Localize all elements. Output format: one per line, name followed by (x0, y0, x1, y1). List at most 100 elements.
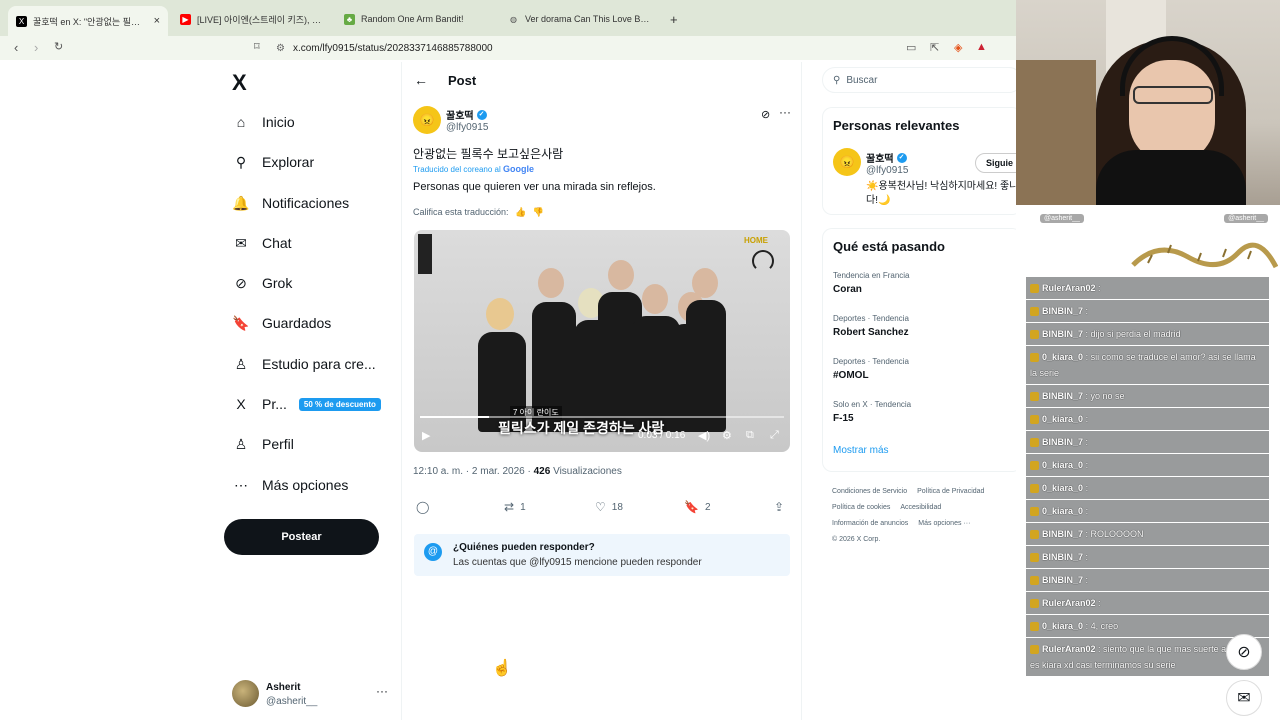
back-arrow-icon[interactable]: ← (414, 72, 428, 88)
author-avatar[interactable]: 😠 (413, 106, 441, 134)
reply-restriction-box: @ ¿Quiénes pueden responder? Las cuentas… (414, 534, 790, 576)
relevant-name-row[interactable]: 꿀호떡 ✓ (866, 150, 907, 165)
author-name-row[interactable]: 꿀호떡 ✓ (446, 107, 487, 122)
share-button[interactable]: ⇪ (774, 500, 790, 514)
more-icon[interactable]: ··· (376, 684, 388, 698)
translation-note[interactable]: Traducido del coreano al Google (413, 164, 534, 174)
browser-tab-2[interactable]: ▶ [LIVE] 아이엔(스트레이 키즈), "인천 (172, 6, 332, 32)
browser-tab-3[interactable]: ♣ Random One Arm Bandit! (336, 6, 496, 32)
webcam-overlay (1016, 0, 1280, 205)
nav-chat[interactable]: ✉ Chat (232, 232, 291, 254)
thumbs-up-icon[interactable]: 👍 (515, 207, 526, 217)
relevant-avatar[interactable]: 😠 (833, 148, 861, 176)
volume-icon[interactable]: ◀) (698, 429, 710, 442)
nav-premium[interactable]: X Pr... 50 % de descuento (232, 393, 381, 415)
new-tab-button[interactable]: + (662, 6, 686, 32)
trend-item[interactable]: Deportes · Tendencia #OMOL (833, 357, 909, 381)
post-date[interactable]: 2 mar. 2026 (472, 466, 525, 477)
nav-grok[interactable]: ⊘ Grok (232, 272, 292, 294)
more-icon[interactable]: ··· (779, 105, 791, 119)
mouse-cursor-icon: ☝ (492, 660, 512, 677)
brave-shield-icon[interactable]: ◈ (954, 41, 962, 54)
reply-button[interactable]: ◯ (416, 500, 435, 514)
footer-link[interactable]: Más opciones ··· (918, 520, 970, 527)
grok-icon[interactable]: ⊘ (761, 108, 770, 121)
share-icon[interactable]: ⇱ (930, 41, 939, 54)
verified-icon: ✓ (896, 152, 907, 163)
close-tab-icon[interactable]: × (154, 15, 160, 27)
forward-icon[interactable]: › (34, 40, 38, 55)
reload-icon[interactable]: ↻ (54, 40, 63, 53)
browser-tab-4[interactable]: ◍ Ver dorama Can This Love Be Transl (500, 6, 660, 32)
fullscreen-icon[interactable]: ⤢ (770, 429, 779, 442)
account-handle: @asherit__ (266, 696, 318, 707)
settings-icon[interactable]: ⚙ (722, 429, 732, 442)
messages-float-button[interactable]: ✉ (1226, 680, 1262, 716)
chat-message: 0_kiara_0 : (1026, 454, 1269, 476)
video-player[interactable]: HOME 7 아이 란이도 필릭스가 제일 존경하는 사람 ▶ 0:03 / 0… (414, 230, 790, 452)
account-switcher[interactable]: Asherit @asherit__ ··· (232, 680, 392, 710)
search-input[interactable]: ⚲ Buscar (822, 67, 1022, 93)
url-field[interactable]: ⚙ x.com/lfy0915/status/20283371468857880… (276, 38, 1006, 58)
subscriber-badge-icon (1030, 576, 1039, 586)
chat-message-list: RulerAran02 : BINBIN_7 : BINBIN_7 : dijo s… (1026, 277, 1269, 677)
author-handle[interactable]: @lfy0915 (446, 122, 488, 133)
trend-context: Deportes · Tendencia (833, 314, 909, 323)
page-title: Post (448, 72, 477, 88)
post-button[interactable]: Postear (224, 519, 379, 555)
reply-icon: ◯ (416, 500, 430, 514)
bookmark-icon[interactable]: ⌑ (254, 40, 260, 53)
trend-topic: F-15 (833, 413, 854, 424)
copyright: © 2026 X Corp. (832, 536, 881, 543)
browser-tab-1[interactable]: X 꿀호떡 en X: "안광없는 필록수 보 × (8, 6, 168, 36)
nav-guardados[interactable]: 🔖 Guardados (232, 312, 331, 334)
play-icon[interactable]: ▶ (422, 429, 430, 442)
x-premium-icon: X (236, 396, 246, 412)
relevant-bio: ☀️용복천사님! 낙심하지마세요! 좋니다!🌙 (866, 181, 1019, 206)
show-more-link[interactable]: Mostrar más (833, 445, 889, 456)
video-person-head (642, 284, 668, 314)
nav-label: Inicio (262, 114, 295, 130)
profile-icon: ♙ (234, 435, 248, 452)
bookmark-button[interactable]: 🔖 2 (684, 500, 711, 514)
x-logo-icon: X (16, 15, 27, 27)
chat-message: 0_kiara_0 : 4, creo (1026, 615, 1269, 637)
trend-item[interactable]: Tendencia en Francia Coran (833, 271, 910, 295)
footer-link[interactable]: Política de cookies (832, 504, 890, 511)
post-header: ← Post (414, 72, 476, 88)
brave-rewards-icon[interactable]: ▲ (976, 41, 987, 53)
chat-message: BINBIN_7 : ROLOOOON (1026, 523, 1269, 545)
nav-inicio[interactable]: ⌂ Inicio (232, 111, 295, 133)
footer-link[interactable]: Política de Privacidad (917, 488, 984, 495)
nav-notificaciones[interactable]: 🔔 Notificaciones (232, 192, 349, 214)
search-icon: ⚲ (833, 74, 841, 86)
nav-perfil[interactable]: ♙ Perfil (232, 433, 294, 455)
creator-studio-icon: ♙ (234, 355, 248, 372)
chat-username: 0_kiara_0 (1042, 352, 1084, 362)
trend-item[interactable]: Solo en X · Tendencia F-15 (833, 400, 911, 424)
nav-explorar[interactable]: ⚲ Explorar (232, 151, 314, 173)
trend-context: Tendencia en Francia (833, 271, 910, 280)
x-logo-icon[interactable]: X (232, 70, 247, 96)
grok-float-button[interactable]: ⊘ (1226, 634, 1262, 670)
trend-topic: Robert Sanchez (833, 327, 909, 338)
post-time[interactable]: 12:10 a. m. (413, 466, 463, 477)
cast-icon[interactable]: ▭ (906, 41, 916, 54)
pip-icon[interactable]: ⧉ (746, 429, 754, 442)
thumbs-down-icon[interactable]: 👎 (533, 207, 544, 217)
chat-message: 0_kiara_0 : (1026, 408, 1269, 430)
footer-link[interactable]: Información de anuncios (832, 520, 908, 527)
webcam-streamer-shirt (1096, 150, 1246, 205)
relevant-handle[interactable]: @lfy0915 (866, 165, 908, 176)
chat-text: : yo no se (1085, 391, 1125, 401)
nav-mas-opciones[interactable]: ⋯ Más opciones (232, 474, 348, 496)
footer-link[interactable]: Condiciones de Servicio (832, 488, 907, 495)
trend-item[interactable]: Deportes · Tendencia Robert Sanchez (833, 314, 909, 338)
site-info-icon[interactable]: ⚙ (276, 43, 285, 54)
footer-link[interactable]: Accesibilidad (900, 504, 941, 511)
nav-label: Notificaciones (262, 195, 350, 211)
like-button[interactable]: ♡ 18 (595, 500, 623, 514)
back-icon[interactable]: ‹ (14, 40, 18, 55)
repost-button[interactable]: ⇄ 1 (504, 500, 526, 514)
nav-estudio[interactable]: ♙ Estudio para cre... (232, 353, 376, 375)
